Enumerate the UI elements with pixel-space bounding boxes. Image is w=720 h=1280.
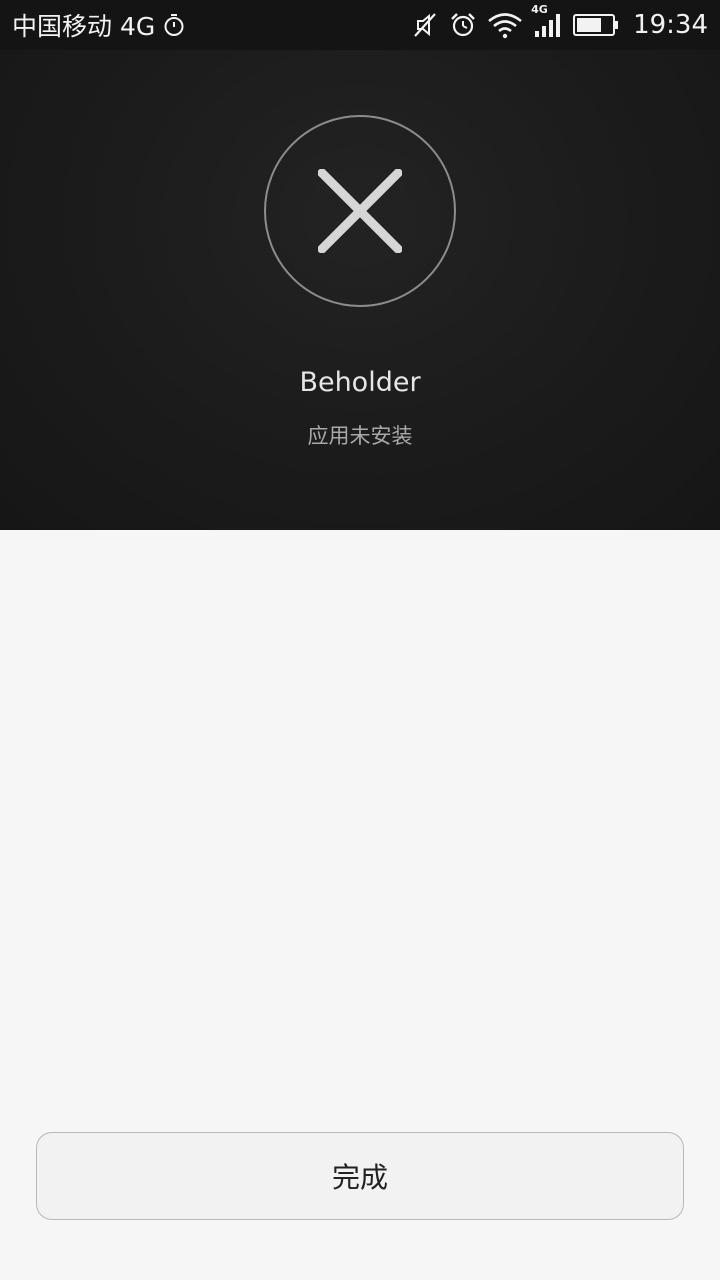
timer-icon	[163, 13, 185, 37]
signal-icon: 4G	[531, 3, 563, 39]
status-bar: 中国移动 4G 4G 19:34	[0, 0, 720, 50]
clock: 19:34	[633, 10, 708, 40]
install-status-message: 应用未安装	[307, 424, 413, 448]
failure-circle	[264, 115, 456, 307]
mute-icon	[411, 11, 439, 39]
alarm-icon	[449, 11, 477, 39]
status-right: 4G 19:34	[411, 3, 708, 40]
battery-icon	[573, 13, 619, 37]
carrier-label: 中国移动 4G	[12, 12, 156, 41]
result-header: Beholder 应用未安装	[0, 50, 720, 530]
network-badge: 4G	[531, 3, 548, 16]
done-button[interactable]: 完成	[36, 1132, 684, 1220]
status-left: 中国移动 4G	[12, 7, 185, 43]
app-name: Beholder	[299, 367, 421, 398]
close-icon	[318, 169, 402, 253]
wifi-icon	[487, 11, 523, 39]
